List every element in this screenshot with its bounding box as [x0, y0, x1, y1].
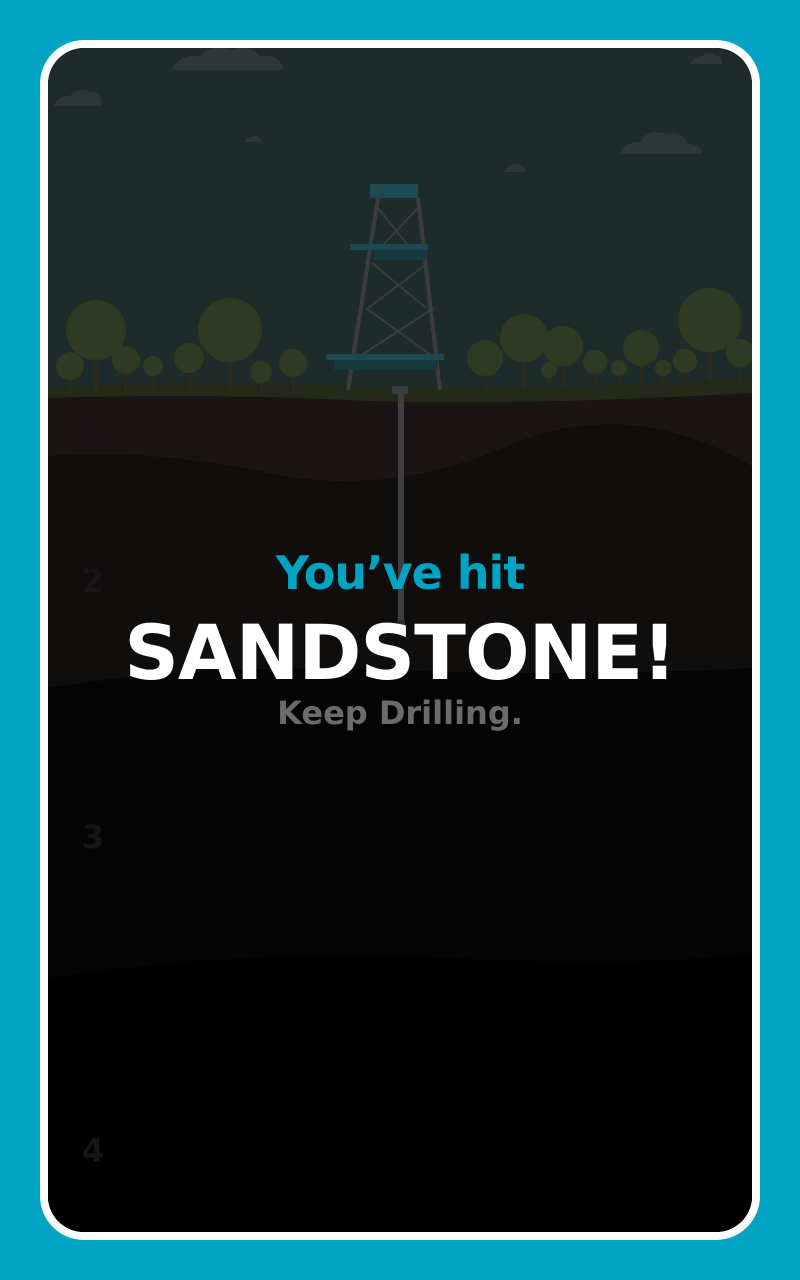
result-prefix: You’ve hit	[275, 546, 526, 600]
rock-type-title: SANDSTONE!	[124, 608, 677, 697]
keep-drilling-text: Keep Drilling.	[277, 694, 523, 732]
game-screen: 1 2 3 4 You’ve hit SANDSTONE! Keep Drill…	[48, 48, 752, 1232]
depth-marker-4: 4	[81, 1132, 105, 1170]
depth-marker-1: 1	[81, 408, 105, 446]
bedrock-layer	[48, 953, 752, 1232]
rig-platform	[326, 354, 444, 360]
rig-top	[370, 184, 418, 198]
depth-marker-3: 3	[81, 818, 105, 856]
